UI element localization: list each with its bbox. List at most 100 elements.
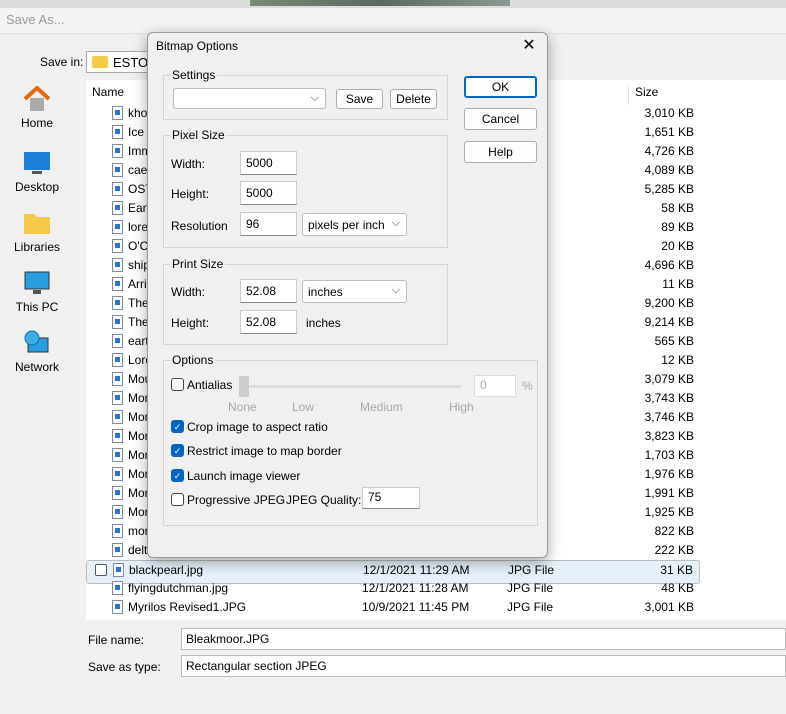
- launch-viewer-checkbox[interactable]: ✓: [171, 469, 184, 482]
- column-header-name[interactable]: Name: [92, 85, 124, 99]
- print-size-group: Print Size Width: 52.08 inches ⌵ Height: …: [163, 257, 448, 345]
- file-row[interactable]: flyingdutchman.jpg 12/1/2021 11:28 AM JPG …: [86, 579, 700, 598]
- file-type: JPG File: [507, 581, 554, 595]
- image-file-icon: [112, 239, 123, 253]
- file-name: Mor: [128, 486, 149, 500]
- close-button[interactable]: ✕: [519, 35, 539, 55]
- image-file-icon: [112, 315, 123, 329]
- pixel-size-label: Pixel Size: [170, 128, 227, 142]
- antialias-checkbox[interactable]: [171, 378, 184, 391]
- file-size: 1,976 KB: [644, 467, 694, 481]
- image-file-icon: [112, 125, 123, 139]
- file-name: Mor: [128, 429, 149, 443]
- jpeg-quality-input[interactable]: 75: [362, 487, 420, 509]
- image-file-icon: [112, 581, 123, 595]
- chevron-down-icon: ⌵: [391, 217, 400, 229]
- resolution-input[interactable]: 96: [240, 212, 297, 236]
- print-width-label: Width:: [171, 285, 206, 299]
- file-date: 10/9/2021 11:45 PM: [362, 600, 470, 614]
- antialias-slider-track[interactable]: [239, 385, 461, 388]
- restrict-checkbox[interactable]: ✓: [171, 444, 184, 457]
- image-file-icon: [112, 144, 123, 158]
- print-height-unit: inches: [306, 316, 341, 330]
- places-bar: Home Desktop Libraries This PC Network: [0, 80, 80, 700]
- image-file-icon: [112, 277, 123, 291]
- nav-libraries[interactable]: Libraries: [0, 210, 74, 254]
- nav-desktop[interactable]: Desktop: [0, 150, 74, 194]
- nav-label: Network: [14, 360, 59, 374]
- save-in-label: Save in:: [40, 55, 84, 69]
- jpeg-quality-label: JPEG Quality:: [286, 493, 362, 507]
- file-name: Myrilos Revised1.JPG: [128, 600, 247, 614]
- file-size: 1,925 KB: [644, 505, 694, 519]
- file-name: blackpearl.jpg: [129, 563, 204, 577]
- tick-high: High: [449, 400, 474, 414]
- image-file-icon: [112, 467, 123, 481]
- settings-delete-button[interactable]: Delete: [390, 89, 437, 109]
- pixel-height-input[interactable]: 5000: [240, 181, 297, 205]
- file-size: 1,703 KB: [644, 448, 694, 462]
- file-size: 3,743 KB: [644, 391, 694, 405]
- file-size: 11 KB: [662, 277, 694, 291]
- image-file-icon: [112, 220, 123, 234]
- file-row[interactable]: Myrilos Revised1.JPG 10/9/2021 11:45 PM JP…: [86, 598, 700, 617]
- file-size: 3,010 KB: [644, 106, 694, 120]
- nav-home[interactable]: Home: [0, 86, 74, 130]
- settings-save-button[interactable]: Save: [336, 89, 383, 109]
- file-size: 3,823 KB: [644, 429, 694, 443]
- pixel-width-input[interactable]: 5000: [240, 151, 297, 175]
- resolution-unit-dropdown[interactable]: pixels per inch ⌵: [302, 213, 407, 236]
- file-name: The: [128, 315, 149, 329]
- image-file-icon: [113, 563, 124, 577]
- image-file-icon: [112, 410, 123, 424]
- options-label: Options: [170, 353, 216, 367]
- image-file-icon: [112, 334, 123, 348]
- progressive-jpeg-label: Progressive JPEG: [187, 493, 286, 507]
- home-icon: [23, 86, 51, 111]
- settings-dropdown[interactable]: ⌵: [173, 88, 326, 109]
- progressive-jpeg-checkbox[interactable]: [171, 493, 184, 506]
- restrict-label: Restrict image to map border: [187, 444, 342, 458]
- file-size: 9,200 KB: [644, 296, 694, 310]
- tick-medium: Medium: [360, 400, 403, 414]
- dialog-title: Bitmap Options: [156, 39, 239, 53]
- ok-button[interactable]: OK: [464, 76, 537, 98]
- save-as-titlebar: Save As...: [0, 8, 786, 34]
- print-width-input[interactable]: 52.08: [240, 279, 297, 303]
- file-date: 12/1/2021 11:29 AM: [363, 563, 470, 577]
- network-icon: [24, 330, 49, 353]
- nav-network[interactable]: Network: [0, 330, 74, 374]
- crop-checkbox[interactable]: ✓: [171, 420, 184, 433]
- file-name: Mor: [128, 391, 149, 405]
- image-file-icon: [112, 296, 123, 310]
- column-header-size[interactable]: Size: [628, 85, 658, 105]
- file-type: JPG File: [508, 563, 555, 577]
- file-name: Mor: [128, 448, 149, 462]
- antialias-value-input[interactable]: 0: [474, 375, 516, 397]
- save-as-type-select[interactable]: Rectangular section JPEG: [181, 655, 786, 677]
- chevron-down-icon: ⌵: [391, 284, 400, 296]
- print-unit-dropdown[interactable]: inches ⌵: [302, 280, 407, 303]
- file-size: 1,651 KB: [644, 125, 694, 139]
- image-file-icon: [112, 600, 123, 614]
- help-button[interactable]: Help: [464, 141, 537, 163]
- launch-viewer-label: Launch image viewer: [187, 469, 301, 483]
- resolution-label: Resolution: [171, 219, 228, 233]
- antialias-slider-thumb[interactable]: [239, 376, 249, 397]
- file-name-input[interactable]: Bleakmoor.JPG: [181, 628, 786, 650]
- row-checkbox[interactable]: [95, 564, 107, 576]
- nav-this-pc[interactable]: This PC: [0, 270, 74, 314]
- file-type: JPG File: [507, 600, 554, 614]
- nav-label: Libraries: [13, 240, 61, 254]
- print-height-input[interactable]: 52.08: [240, 310, 297, 334]
- pixel-height-label: Height:: [171, 187, 210, 201]
- file-size: 20 KB: [661, 239, 694, 253]
- file-size: 3,001 KB: [644, 600, 694, 614]
- file-date: 12/1/2021 11:28 AM: [362, 581, 469, 595]
- file-size: 4,696 KB: [644, 258, 694, 272]
- file-size: 12 KB: [661, 353, 694, 367]
- tick-none: None: [228, 400, 257, 414]
- file-name: The: [128, 296, 149, 310]
- image-file-icon: [112, 543, 123, 557]
- cancel-button[interactable]: Cancel: [464, 108, 537, 130]
